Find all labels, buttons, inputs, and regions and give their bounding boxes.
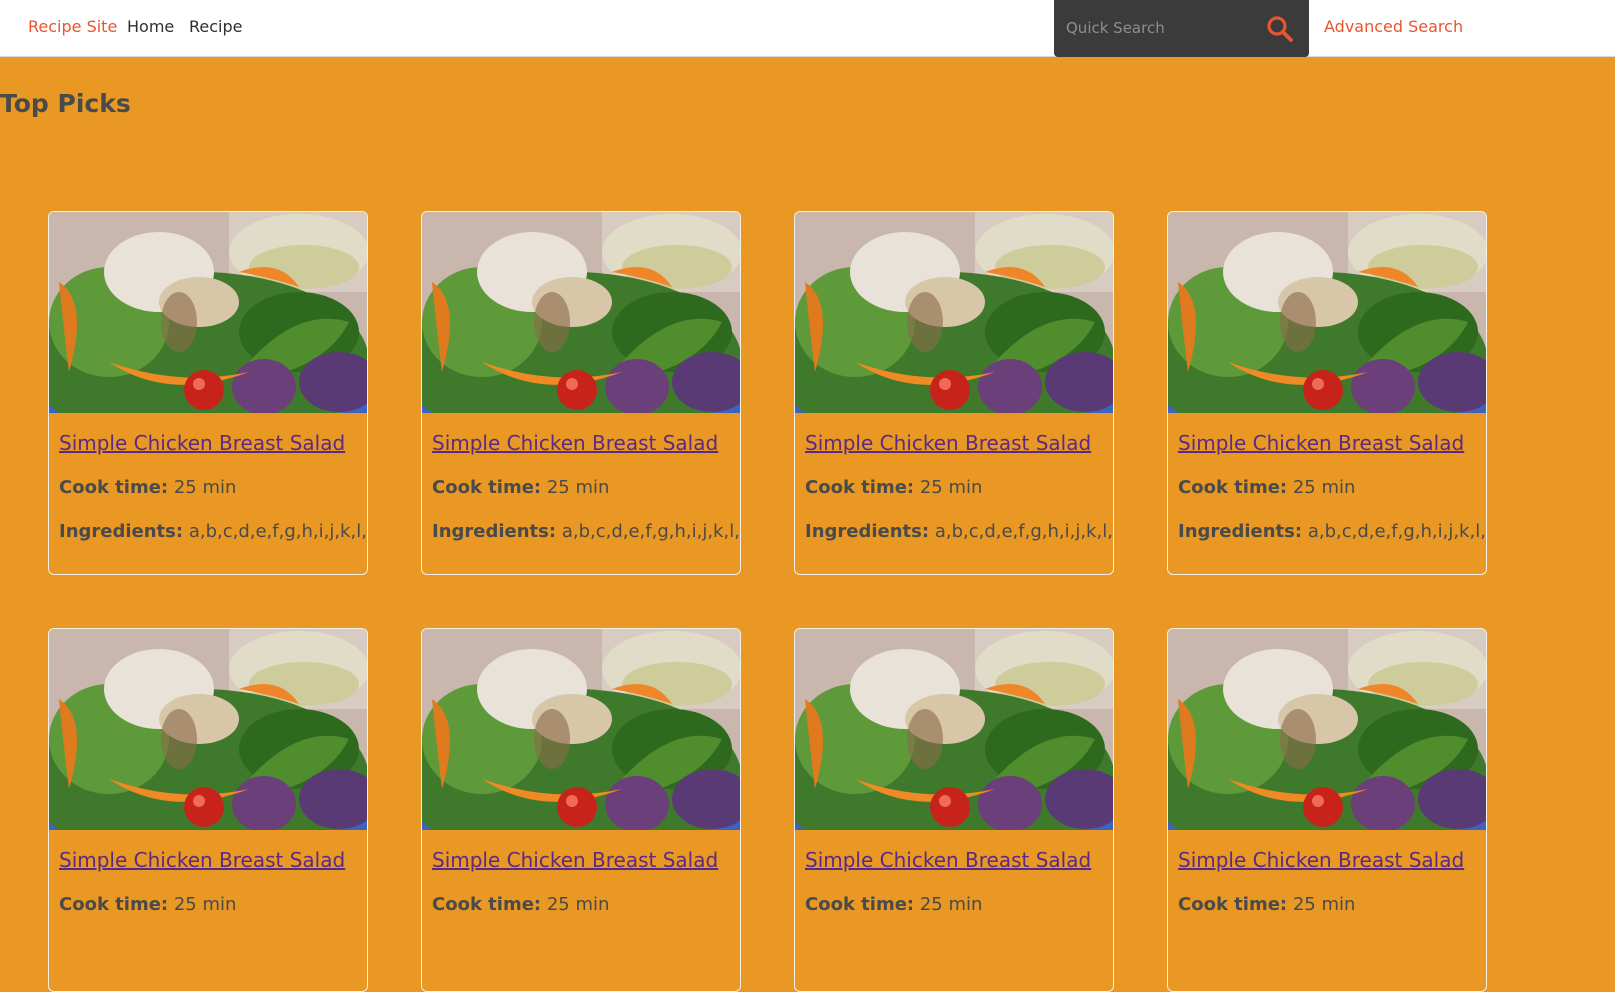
cook-time-value: 25 min	[1292, 894, 1356, 915]
cook-time: Cook time: 25 min	[805, 476, 982, 500]
recipe-photo	[795, 629, 1113, 830]
cook-time-label: Cook time:	[805, 894, 915, 915]
cook-time: Cook time: 25 min	[59, 476, 236, 500]
ingredients: Ingredients: a,b,c,d,e,f,g,h,i,j,k,l,m	[432, 520, 741, 544]
recipe-card: Simple Chicken Breast Salad Cook time: 25…	[421, 628, 741, 992]
recipe-photo	[422, 212, 740, 413]
cook-time-value: 25 min	[546, 894, 610, 915]
recipe-card: Simple Chicken Breast Salad Cook time: 25…	[421, 211, 741, 575]
cook-time-value: 25 min	[919, 894, 983, 915]
recipe-title-link[interactable]: Simple Chicken Breast Salad	[59, 847, 345, 873]
cook-time-value: 25 min	[919, 477, 983, 498]
ingredients-value: a,b,c,d,e,f,g,h,i,j,k,l,m	[188, 521, 368, 542]
ingredients: Ingredients: a,b,c,d,e,f,g,h,i,j,k,l,m	[805, 520, 1114, 544]
cook-time: Cook time: 25 min	[432, 893, 609, 917]
recipe-title-link[interactable]: Simple Chicken Breast Salad	[805, 430, 1091, 456]
cook-time-value: 25 min	[1292, 477, 1356, 498]
recipe-title-link[interactable]: Simple Chicken Breast Salad	[432, 847, 718, 873]
recipe-card: Simple Chicken Breast Salad Cook time: 25…	[48, 211, 368, 575]
cook-time-value: 25 min	[173, 477, 237, 498]
cook-time-value: 25 min	[173, 894, 237, 915]
page-title: Top Picks	[0, 89, 131, 118]
cook-time: Cook time: 25 min	[1178, 476, 1355, 500]
recipe-card: Simple Chicken Breast Salad Cook time: 25…	[1167, 211, 1487, 575]
cook-time-label: Cook time:	[432, 477, 542, 498]
cook-time-label: Cook time:	[805, 477, 915, 498]
nav-recipe-link[interactable]: Recipe	[189, 17, 242, 37]
ingredients: Ingredients: a,b,c,d,e,f,g,h,i,j,k,l,m	[1178, 520, 1487, 544]
recipe-card: Simple Chicken Breast Salad Cook time: 25…	[794, 628, 1114, 992]
quick-search-input[interactable]	[1064, 14, 1263, 42]
recipe-title-link[interactable]: Simple Chicken Breast Salad	[59, 430, 345, 456]
cook-time-label: Cook time:	[1178, 477, 1288, 498]
ingredients-label: Ingredients:	[432, 521, 557, 542]
recipe-title-link[interactable]: Simple Chicken Breast Salad	[1178, 430, 1464, 456]
recipe-title-link[interactable]: Simple Chicken Breast Salad	[1178, 847, 1464, 873]
recipe-title-link[interactable]: Simple Chicken Breast Salad	[805, 847, 1091, 873]
recipe-photo	[1168, 212, 1486, 413]
cook-time-label: Cook time:	[59, 894, 169, 915]
quick-search-box	[1054, 0, 1309, 57]
brand-link[interactable]: Recipe Site	[28, 17, 117, 37]
recipe-card: Simple Chicken Breast Salad Cook time: 25…	[48, 628, 368, 992]
recipe-photo	[49, 629, 367, 830]
ingredients: Ingredients: a,b,c,d,e,f,g,h,i,j,k,l,m	[59, 520, 368, 544]
recipe-photo	[1168, 629, 1486, 830]
ingredients-label: Ingredients:	[1178, 521, 1303, 542]
cook-time-label: Cook time:	[1178, 894, 1288, 915]
ingredients-value: a,b,c,d,e,f,g,h,i,j,k,l,m	[561, 521, 741, 542]
recipe-photo	[49, 212, 367, 413]
recipe-card: Simple Chicken Breast Salad Cook time: 25…	[1167, 628, 1487, 992]
cook-time-label: Cook time:	[432, 894, 542, 915]
cook-time: Cook time: 25 min	[1178, 893, 1355, 917]
ingredients-value: a,b,c,d,e,f,g,h,i,j,k,l,m	[934, 521, 1114, 542]
cook-time-value: 25 min	[546, 477, 610, 498]
cook-time: Cook time: 25 min	[59, 893, 236, 917]
cook-time-label: Cook time:	[59, 477, 169, 498]
ingredients-label: Ingredients:	[59, 521, 184, 542]
recipe-title-link[interactable]: Simple Chicken Breast Salad	[432, 430, 718, 456]
cook-time: Cook time: 25 min	[805, 893, 982, 917]
cook-time: Cook time: 25 min	[432, 476, 609, 500]
nav-home-link[interactable]: Home	[127, 17, 174, 37]
advanced-search-link[interactable]: Advanced Search	[1324, 17, 1463, 37]
ingredients-label: Ingredients:	[805, 521, 930, 542]
top-navbar: Recipe Site Home Recipe Advanced Search	[0, 0, 1615, 57]
recipe-card: Simple Chicken Breast Salad Cook time: 25…	[794, 211, 1114, 575]
recipe-photo	[795, 212, 1113, 413]
search-icon[interactable]	[1264, 13, 1296, 45]
ingredients-value: a,b,c,d,e,f,g,h,i,j,k,l,m	[1307, 521, 1487, 542]
recipe-photo	[422, 629, 740, 830]
